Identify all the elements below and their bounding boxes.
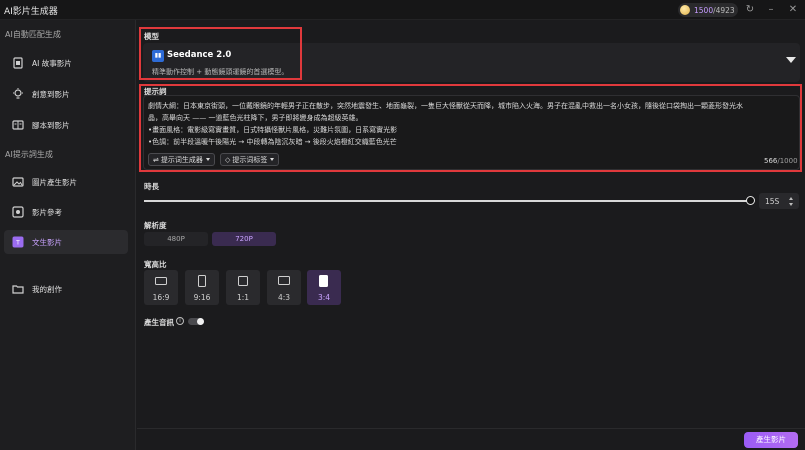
sidebar-item-script-to-video[interactable]: 腳本到影片	[4, 113, 128, 137]
resolution-option-480p[interactable]: 480P	[144, 232, 208, 246]
prompt-generator-label: 提示词生成器	[160, 155, 203, 164]
chevron-down-icon	[205, 158, 210, 161]
sidebar-item-video-reference[interactable]: 影片參考	[4, 200, 128, 224]
duration-slider-track[interactable]	[144, 200, 750, 202]
aspect-label-1-1: 1:1	[236, 293, 250, 302]
aspect-label-16-9: 16:9	[152, 293, 170, 302]
sidebar-item-label: 圖片產生影片	[32, 177, 77, 187]
resolution-option-720p[interactable]: 720P	[212, 232, 276, 246]
reference-icon	[12, 206, 24, 218]
ratio-3-4-icon	[319, 275, 328, 287]
aspect-ratio-label: 寬高比	[144, 260, 167, 269]
prompt-tags-dropdown[interactable]: ◇ 提示词标签	[220, 153, 280, 166]
chevron-down-icon[interactable]	[786, 57, 796, 63]
sidebar-item-image-to-video[interactable]: 圖片產生影片	[4, 170, 128, 194]
prompt-line: 晶，高舉向天 —— 一道藍色光柱降下，男子即將變身成為超級英雄。	[148, 114, 363, 122]
duration-value: 15S	[765, 197, 780, 206]
credits-used: 1500	[694, 5, 714, 15]
svg-text:T: T	[15, 240, 20, 247]
aspect-label-3-4: 3:4	[317, 293, 331, 302]
aspect-label-9-16: 9:16	[193, 293, 211, 302]
lightbulb-icon	[12, 88, 24, 100]
chevron-up-icon[interactable]	[789, 197, 793, 200]
model-description: 精準動作控制 + 動態鏡頭運鏡的首選模型。	[152, 68, 289, 76]
image-icon	[12, 176, 24, 188]
sidebar-section-auto: AI自動匹配生成	[5, 30, 61, 39]
duration-label: 時長	[144, 182, 159, 191]
coin-icon	[680, 5, 690, 15]
prompt-generator-dropdown[interactable]: ⇌ 提示词生成器	[148, 153, 215, 166]
app-title: AI影片生成器	[4, 7, 58, 17]
sidebar-item-my-creations[interactable]: 我的創作	[4, 277, 128, 301]
title-bar: AI影片生成器 1500/4923 ↻ – ✕	[0, 0, 805, 20]
wand-icon: ⇌	[153, 155, 159, 164]
seedance-logo-icon: ▮▮	[152, 50, 164, 62]
credits-badge[interactable]: 1500/4923	[678, 3, 738, 17]
credits-total: /4923	[713, 5, 735, 15]
ratio-9-16-icon	[198, 275, 206, 287]
chevron-down-icon[interactable]	[789, 203, 793, 206]
minimize-icon[interactable]: –	[764, 3, 778, 17]
prompt-line: •畫面風格：電影級寫實畫質，日式特攝怪獸片風格，災難片氛圍，日系寫實光影	[148, 126, 398, 134]
text-to-video-icon: T	[12, 236, 24, 248]
char-max: /1000	[777, 157, 798, 165]
sidebar-item-idea-to-video[interactable]: 創意到影片	[4, 82, 128, 106]
char-counter: 566/1000	[764, 157, 798, 165]
close-icon[interactable]: ✕	[786, 3, 800, 17]
sidebar-item-label: 文生影片	[32, 237, 62, 247]
tag-icon: ◇	[225, 155, 231, 164]
sidebar-section-prompt: AI提示詞生成	[5, 150, 53, 159]
sidebar-item-label: 創意到影片	[32, 89, 70, 99]
film-icon	[12, 57, 24, 69]
audio-toggle-knob	[197, 318, 204, 325]
ratio-16-9-icon	[155, 277, 167, 285]
refresh-icon[interactable]: ↻	[743, 3, 757, 17]
sidebar-item-label: 影片參考	[32, 207, 62, 217]
info-icon[interactable]: i	[176, 317, 184, 325]
folder-icon	[12, 283, 24, 295]
char-count: 566	[764, 157, 778, 165]
prompt-line: •色調：前半段溫暖午後陽光 → 中段轉為陰沉灰暗 → 後段火焰橙紅交織藍色光芒	[148, 138, 397, 146]
duration-slider-thumb[interactable]	[746, 196, 755, 205]
ratio-1-1-icon	[238, 276, 248, 286]
aspect-label-4-3: 4:3	[277, 293, 291, 302]
prompt-tags-label: 提示词标签	[232, 155, 268, 164]
sidebar-item-label: 腳本到影片	[32, 120, 70, 130]
sidebar-item-label: AI 故事影片	[32, 58, 72, 68]
sidebar-item-ai-story-video[interactable]: AI 故事影片	[4, 51, 128, 75]
resolution-label: 解析度	[144, 221, 167, 230]
model-name: Seedance 2.0	[167, 50, 232, 60]
bottom-bar	[137, 428, 805, 450]
sidebar-item-label: 我的創作	[32, 284, 62, 294]
ratio-4-3-icon	[278, 276, 290, 285]
generate-video-button[interactable]: 產生影片	[744, 432, 798, 448]
prompt-line: 劇情大綱：日本東京街頭，一位戴眼鏡的年輕男子正在散步，突然地震發生、地面龜裂，一…	[148, 102, 743, 110]
chevron-down-icon	[270, 158, 275, 161]
script-icon	[12, 119, 24, 131]
sidebar-item-text-to-video[interactable]: T 文生影片	[4, 230, 128, 254]
audio-label: 產生音訊	[144, 318, 174, 327]
model-label: 模型	[144, 32, 159, 41]
